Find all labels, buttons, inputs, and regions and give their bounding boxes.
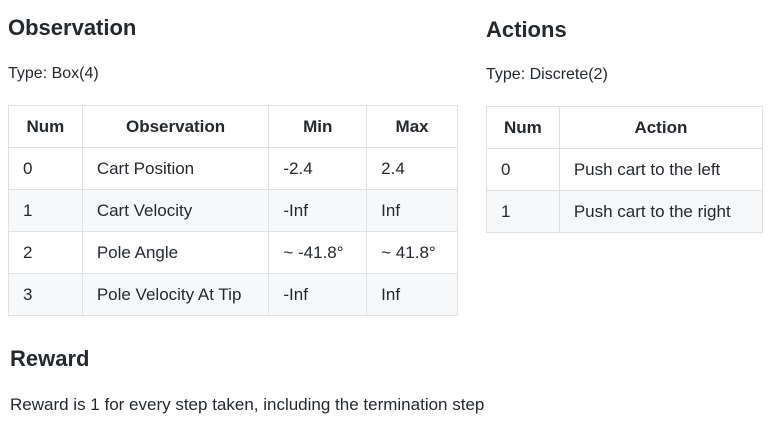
cell-num: 2 xyxy=(8,231,83,274)
observation-table: Num Observation Min Max 0 Cart Position … xyxy=(8,105,458,316)
observation-col-max: Max xyxy=(366,105,458,148)
table-row: 1 Cart Velocity -Inf Inf xyxy=(8,189,458,232)
cell-min: ~ -41.8° xyxy=(268,231,368,274)
table-row: 2 Pole Angle ~ -41.8° ~ 41.8° xyxy=(8,231,458,274)
cell-action: Push cart to the left xyxy=(558,148,764,191)
cell-min: -Inf xyxy=(268,189,368,232)
cell-action: Push cart to the right xyxy=(558,190,764,233)
cell-observation: Pole Angle xyxy=(81,231,270,274)
reward-heading: Reward xyxy=(10,346,90,371)
observation-col-min: Min xyxy=(268,105,368,148)
cell-max: 2.4 xyxy=(366,147,458,190)
cell-max: Inf xyxy=(366,189,458,232)
cell-min: -2.4 xyxy=(268,147,368,190)
observation-header-row: Num Observation Min Max xyxy=(8,105,458,148)
cell-observation: Cart Velocity xyxy=(81,189,270,232)
cell-max: Inf xyxy=(366,273,458,316)
cell-observation: Pole Velocity At Tip xyxy=(81,273,270,316)
table-row: 0 Cart Position -2.4 2.4 xyxy=(8,147,458,190)
actions-col-action: Action xyxy=(558,106,764,149)
observation-col-num: Num xyxy=(8,105,83,148)
observation-col-observation: Observation xyxy=(81,105,270,148)
cell-num: 1 xyxy=(8,189,83,232)
cell-num: 3 xyxy=(8,273,83,316)
table-row: 1 Push cart to the right xyxy=(486,190,764,233)
cell-observation: Cart Position xyxy=(81,147,270,190)
cell-num: 0 xyxy=(486,148,560,191)
reward-description: Reward is 1 for every step taken, includ… xyxy=(10,395,485,414)
cell-min: -Inf xyxy=(268,273,368,316)
actions-heading: Actions xyxy=(486,17,567,42)
cell-num: 1 xyxy=(486,190,560,233)
actions-col-num: Num xyxy=(486,106,560,149)
actions-type: Type: Discrete(2) xyxy=(486,66,608,83)
actions-header-row: Num Action xyxy=(486,106,764,149)
actions-table: Num Action 0 Push cart to the left 1 Pus… xyxy=(486,106,764,233)
observation-type: Type: Box(4) xyxy=(8,65,99,82)
cell-num: 0 xyxy=(8,147,83,190)
observation-heading: Observation xyxy=(8,15,137,40)
table-row: 0 Push cart to the left xyxy=(486,148,764,191)
cell-max: ~ 41.8° xyxy=(366,231,458,274)
table-row: 3 Pole Velocity At Tip -Inf Inf xyxy=(8,273,458,316)
